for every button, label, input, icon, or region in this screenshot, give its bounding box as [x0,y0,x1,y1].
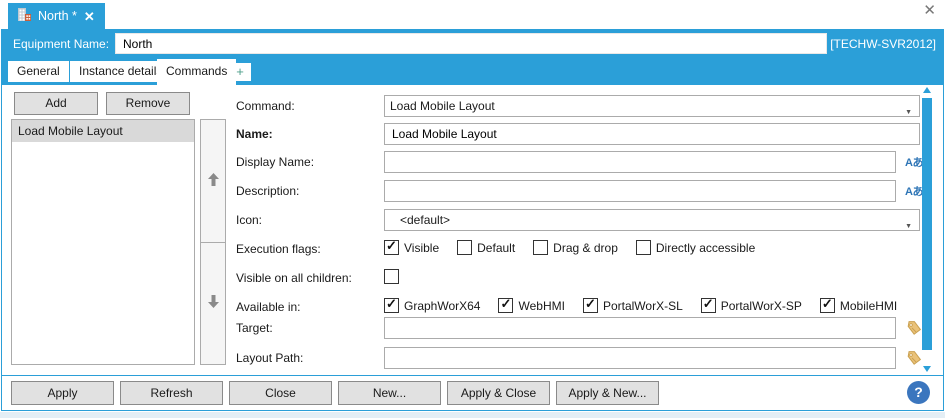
chevron-down-icon: ▼ [905,103,912,123]
command-dropdown[interactable]: Load Mobile Layout ▼ [384,95,920,117]
display-name-label: Display Name: [236,155,314,169]
equipment-building-icon [18,8,31,24]
checkbox-drag-drop[interactable]: Drag & drop [533,240,618,255]
checkbox-portalworx-sl[interactable]: PortalWorX-SL [583,298,683,313]
display-name-row: Display Name: Aあ [2,151,943,173]
checkbox-mobilehmi[interactable]: MobileHMI [820,298,897,313]
icon-dropdown[interactable]: <default> ▼ [384,209,920,231]
checkbox-icon [636,240,651,255]
name-label: Name: [236,127,273,141]
checkbox-graphworx64[interactable]: GraphWorX64 [384,298,480,313]
layout-path-row: Layout Path: [2,347,943,369]
layout-path-label: Layout Path: [236,351,303,365]
execution-flags-label: Execution flags: [236,242,321,256]
target-label: Target: [236,321,273,335]
tag-picker-icon[interactable] [905,350,922,370]
add-tab-button[interactable]: + [229,63,251,81]
document-tab-close-icon[interactable]: ✕ [84,10,95,23]
checkbox-icon [457,240,472,255]
checkbox-label: Drag & drop [553,241,618,255]
checkbox-label: PortalWorX-SP [721,299,802,313]
refresh-button[interactable]: Refresh [120,381,223,405]
scroll-down-icon[interactable] [923,366,931,372]
command-row: Command: Load Mobile Layout ▼ [2,95,943,117]
description-row: Description: Aあ [2,180,943,202]
execution-flags-row: Execution flags: Visible Default Drag & … [2,238,943,260]
commands-tab-content: Add Remove Load Mobile Layout [2,85,943,376]
command-value: Load Mobile Layout [390,99,495,113]
checkbox-icon [583,298,598,313]
name-input[interactable] [384,123,920,145]
checkbox-icon [498,298,513,313]
checkbox-label: GraphWorX64 [404,299,480,313]
chevron-down-icon: ▼ [905,217,912,237]
new-button[interactable]: New... [338,381,441,405]
checkbox-visible-all-children[interactable] [384,269,399,284]
icon-value: <default> [390,213,450,227]
description-label: Description: [236,184,299,198]
available-in-row: Available in: GraphWorX64 WebHMI PortalW… [2,296,943,318]
localize-text-icon[interactable]: Aあ [905,154,923,170]
layout-path-input[interactable] [384,347,896,369]
command-label: Command: [236,99,295,113]
server-badge: [TECHW-SVR2012] [830,37,936,51]
checkbox-label: Directly accessible [656,241,755,255]
icon-label: Icon: [236,213,262,227]
checkbox-icon [701,298,716,313]
apply-button[interactable]: Apply [11,381,114,405]
window-close-icon[interactable]: ✕ [923,3,936,18]
checkbox-visible[interactable]: Visible [384,240,439,255]
visible-all-children-label: Visible on all children: [236,271,352,285]
icon-row: Icon: <default> ▼ [2,209,943,231]
available-in-label: Available in: [236,300,301,314]
apply-and-close-button[interactable]: Apply & Close [447,381,550,405]
checkbox-directly-accessible[interactable]: Directly accessible [636,240,755,255]
checkbox-label: WebHMI [518,299,564,313]
equipment-name-input[interactable] [115,33,827,54]
checkbox-portalworx-sp[interactable]: PortalWorX-SP [701,298,802,313]
target-row: Target: [2,317,943,339]
form-scrollbar[interactable] [922,87,932,372]
scrollbar-thumb[interactable] [922,98,932,350]
scroll-up-icon[interactable] [923,87,931,93]
help-icon[interactable]: ? [907,381,930,404]
equipment-editor-panel: Equipment Name: [TECHW-SVR2012] General … [1,29,944,411]
checkbox-default[interactable]: Default [457,240,515,255]
equipment-name-label: Equipment Name: [13,37,109,51]
window-bottom-strip [0,412,945,418]
checkbox-icon [820,298,835,313]
checkbox-icon [384,269,399,284]
checkbox-webhmi[interactable]: WebHMI [498,298,564,313]
checkbox-label: PortalWorX-SL [603,299,683,313]
checkbox-icon [533,240,548,255]
tag-picker-icon[interactable] [905,320,922,340]
footer-button-bar: Apply Refresh Close New... Apply & Close… [2,375,943,410]
name-row: Name: [2,123,943,145]
checkbox-icon [384,298,399,313]
localize-text-icon[interactable]: Aあ [905,183,923,199]
display-name-input[interactable] [384,151,896,173]
target-input[interactable] [384,317,896,339]
apply-and-new-button[interactable]: Apply & New... [556,381,659,405]
equipment-name-bar: Equipment Name: [TECHW-SVR2012] [2,30,943,57]
description-input[interactable] [384,180,896,202]
checkbox-label: MobileHMI [840,299,897,313]
close-button[interactable]: Close [229,381,332,405]
checkbox-label: Visible [404,241,439,255]
checkbox-icon [384,240,399,255]
tab-general[interactable]: General [8,61,69,82]
tab-strip: General Instance details Commands + [2,57,943,85]
tab-commands[interactable]: Commands [157,59,236,85]
document-tab-north[interactable]: North * ✕ [8,3,105,29]
checkbox-label: Default [477,241,515,255]
workbench-equipment-window: North * ✕ ✕ Equipment Name: [TECHW-SVR20… [0,0,945,418]
visible-all-children-row: Visible on all children: [2,267,943,289]
document-tab-title: North * [38,9,77,23]
